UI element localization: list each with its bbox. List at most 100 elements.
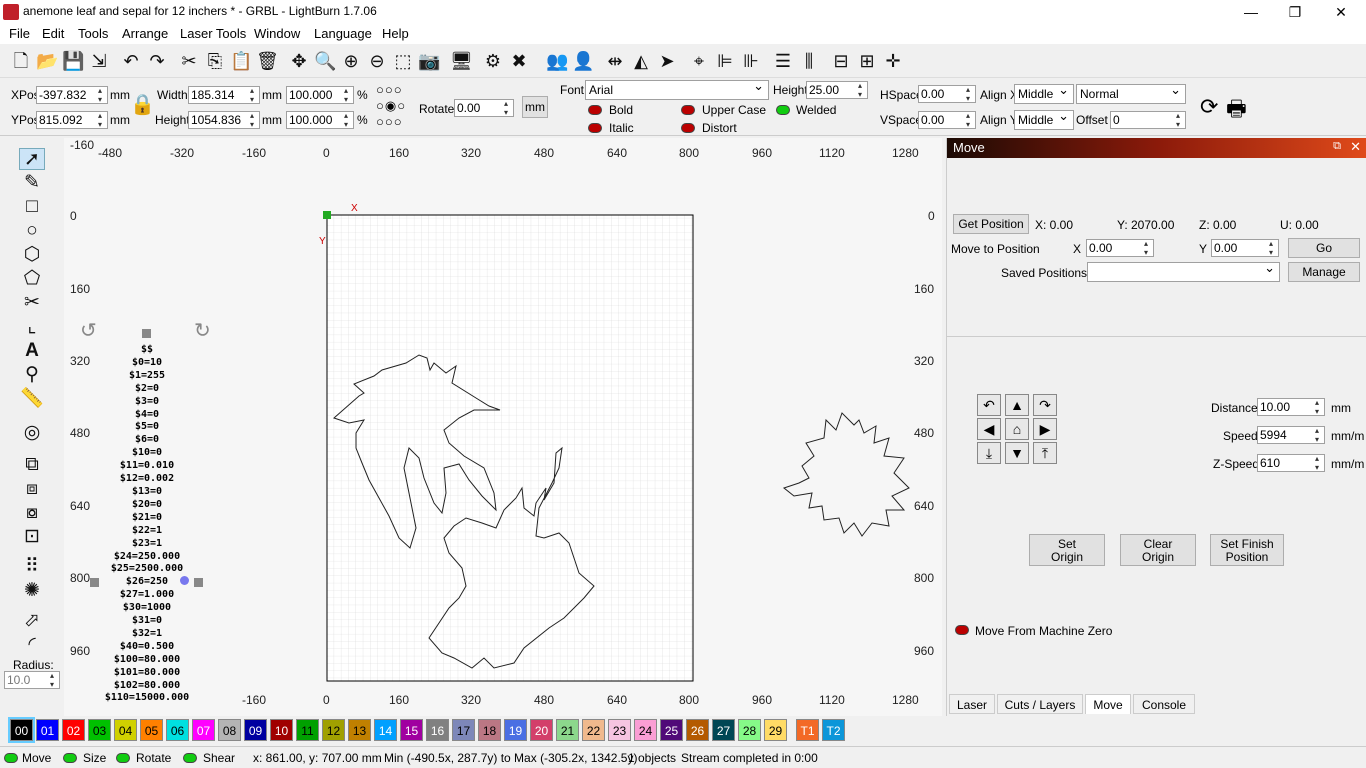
frame-icon[interactable]: ⬚ (392, 50, 414, 72)
minimize-button[interactable]: — (1228, 0, 1274, 24)
jog-right-icon[interactable]: ▶ (1033, 418, 1057, 440)
align-center-icon[interactable]: ⊪ (740, 50, 762, 72)
layer-swatch-24[interactable]: 24 (634, 719, 657, 741)
menu-edit[interactable]: Edit (42, 26, 64, 41)
manage-button[interactable]: Manage (1288, 262, 1360, 282)
send-icon[interactable]: ➤ (656, 50, 678, 72)
tools-icon[interactable]: ✖ (508, 50, 530, 72)
ungroup-icon[interactable]: 👤 (572, 50, 594, 72)
rotate-left-handle-icon[interactable]: ↺ (80, 318, 97, 343)
menu-arrange[interactable]: Arrange (122, 26, 168, 41)
corner-icon[interactable]: ⬀ (19, 610, 45, 632)
layer-swatch-25[interactable]: 25 (660, 719, 683, 741)
select-arrow-icon[interactable]: ➚ (19, 148, 45, 170)
layer-swatch-11[interactable]: 11 (296, 719, 319, 741)
tab-console[interactable]: Console (1133, 694, 1195, 714)
measure-icon[interactable]: 📏 (19, 388, 45, 410)
layer-swatch-t2[interactable]: T2 (822, 719, 845, 741)
space-h-icon[interactable]: ⊟ (830, 50, 852, 72)
layer-swatch-04[interactable]: 04 (114, 719, 137, 741)
delete-icon[interactable]: 🗑 (256, 50, 279, 72)
copy-icon[interactable]: ⎘ (204, 50, 226, 72)
layer-swatch-22[interactable]: 22 (582, 719, 605, 741)
close-button[interactable]: ✕ (1318, 0, 1364, 24)
rotate-right-handle-icon[interactable]: ↻ (194, 318, 211, 343)
ellipse-icon[interactable]: ○ (19, 220, 45, 242)
height-input[interactable]: 1054.836 (188, 111, 260, 129)
layer-swatch-14[interactable]: 14 (374, 719, 397, 741)
camera-icon[interactable]: 📷 (418, 50, 440, 72)
monitor-icon[interactable]: 🖥 (450, 50, 473, 72)
bold-toggle[interactable] (588, 105, 602, 115)
layer-swatch-17[interactable]: 17 (452, 719, 475, 741)
text-tool-icon[interactable]: A (19, 340, 45, 362)
export-icon[interactable]: ⇲ (88, 50, 110, 72)
settings-icon[interactable]: ⚙ (482, 50, 504, 72)
rotate-input[interactable]: 0.00 (454, 99, 514, 117)
layer-swatch-15[interactable]: 15 (400, 719, 423, 741)
layer-swatch-13[interactable]: 13 (348, 719, 371, 741)
layer-swatch-03[interactable]: 03 (88, 719, 111, 741)
edit-nodes-icon[interactable]: ✂ (19, 292, 45, 314)
layer-swatch-19[interactable]: 19 (504, 719, 527, 741)
layer-swatch-00[interactable]: 00 (8, 717, 35, 743)
bracket-icon[interactable]: ⌞ (19, 316, 45, 338)
layer-swatch-12[interactable]: 12 (322, 719, 345, 741)
save-icon[interactable]: 💾 (62, 50, 84, 72)
offset-tool-icon[interactable]: ◎ (19, 422, 45, 444)
maximize-button[interactable]: ❐ (1272, 0, 1318, 24)
set-origin-button[interactable]: Set Origin (1029, 534, 1105, 566)
menu-window[interactable]: Window (254, 26, 300, 41)
flip-horizontal-icon[interactable]: ⇹ (604, 50, 626, 72)
align-x-select[interactable]: Middle (1014, 81, 1074, 104)
layer-swatch-27[interactable]: 27 (712, 719, 735, 741)
menu-help[interactable]: Help (382, 26, 409, 41)
width-input[interactable]: 185.314 (188, 86, 260, 104)
fillet-icon[interactable]: ◜ (19, 634, 45, 656)
z-speed-input[interactable]: 610 (1257, 454, 1325, 472)
layer-swatch-05[interactable]: 05 (140, 719, 163, 741)
layer-swatch-21[interactable]: 21 (556, 719, 579, 741)
ypos-input[interactable]: 815.092 (36, 111, 108, 129)
move-from-zero-toggle[interactable] (955, 625, 969, 635)
font-height-input[interactable]: 25.00 (806, 81, 868, 99)
distribute-h-icon[interactable]: ☰ (772, 50, 794, 72)
zoom-in-icon[interactable]: ⊕ (340, 50, 362, 72)
layer-swatch-16[interactable]: 16 (426, 719, 449, 741)
boolean-intersect-icon[interactable]: ⊡ (19, 526, 45, 548)
size-mode-toggle[interactable] (63, 753, 77, 763)
open-file-icon[interactable]: 📂 (36, 50, 58, 72)
rectangle-icon[interactable]: □ (19, 196, 45, 218)
menu-language[interactable]: Language (314, 26, 372, 41)
jog-rotate-cw-icon[interactable]: ↷ (1033, 394, 1057, 416)
speed-input[interactable]: 5994 (1257, 426, 1325, 444)
saved-positions-select[interactable] (1087, 259, 1280, 282)
layer-swatch-20[interactable]: 20 (530, 719, 553, 741)
layer-swatch-28[interactable]: 28 (738, 719, 761, 741)
height-percent-input[interactable]: 100.000 (286, 111, 354, 129)
clear-origin-button[interactable]: Clear Origin (1120, 534, 1196, 566)
menu-file[interactable]: File (9, 26, 30, 41)
redo-icon[interactable]: ↷ (146, 50, 168, 72)
jog-z-down-icon[interactable]: ⤓ (977, 442, 1001, 464)
boolean-subtract-icon[interactable]: ⧇ (19, 502, 45, 524)
layer-swatch-09[interactable]: 09 (244, 719, 267, 741)
tab-cuts-layers[interactable]: Cuts / Layers (997, 694, 1083, 714)
move-mode-toggle[interactable] (4, 753, 18, 763)
jog-z-up-icon[interactable]: ⤒ (1033, 442, 1057, 464)
paste-icon[interactable]: 📋 (230, 50, 252, 72)
layer-swatch-02[interactable]: 02 (62, 719, 85, 741)
upper-case-toggle[interactable] (681, 105, 695, 115)
font-select[interactable]: Arial (585, 77, 769, 100)
layer-swatch-26[interactable]: 26 (686, 719, 709, 741)
distribute-v-icon[interactable]: ⫼ (798, 50, 820, 72)
italic-toggle[interactable] (588, 123, 602, 133)
hspace-input[interactable]: 0.00 (918, 85, 976, 103)
move-x-input[interactable]: 0.00 (1086, 239, 1154, 257)
laser-printer-icon[interactable]: 🖶 (1226, 92, 1247, 130)
layer-swatch-10[interactable]: 10 (270, 719, 293, 741)
rotate-mode-toggle[interactable] (116, 753, 130, 763)
close-panel-icon[interactable]: ✕ (1350, 139, 1361, 155)
pentagon-icon[interactable]: ⬠ (19, 268, 45, 290)
tab-laser[interactable]: Laser (949, 694, 995, 714)
